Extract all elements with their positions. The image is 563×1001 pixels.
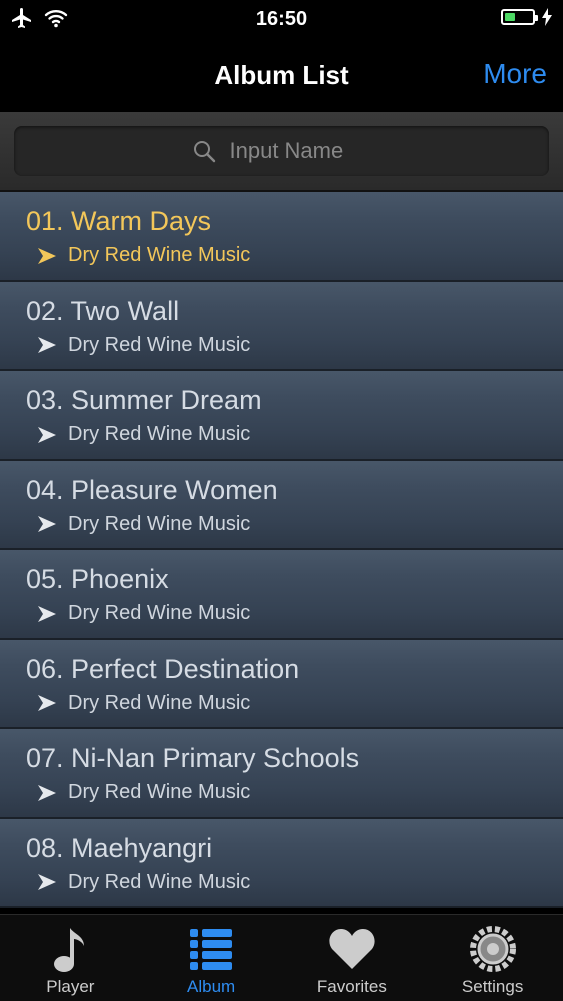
album-artist: Dry Red Wine Music — [68, 512, 251, 535]
album-artist-line: Dry Red Wine Music — [38, 602, 250, 625]
album-title: 07. Ni-Nan Primary Schools — [26, 743, 360, 773]
album-artist-line: Dry Red Wine Music — [38, 871, 250, 894]
search-area — [0, 112, 563, 192]
music-note-icon — [50, 921, 90, 977]
album-artist-line: Dry Red Wine Music — [38, 692, 250, 715]
album-artist-line: Dry Red Wine Music — [38, 423, 250, 446]
album-artist-line: Dry Red Wine Music — [38, 781, 250, 804]
play-arrow-icon — [38, 874, 56, 890]
album-artist-line: Dry Red Wine Music — [38, 334, 250, 357]
tab-label: Favorites — [316, 977, 387, 996]
album-artist: Dry Red Wine Music — [68, 244, 251, 266]
album-title: 08. Maehyangri — [26, 832, 213, 863]
album-title: 06. Perfect Destination — [26, 653, 300, 684]
album-artist: Dry Red Wine Music — [68, 423, 251, 445]
album-artist: Dry Red Wine Music — [68, 602, 251, 624]
album-artist: Dry Red Wine Music — [68, 781, 251, 803]
album-artist: Dry Red Wine Music — [68, 691, 251, 714]
search-icon — [193, 141, 215, 163]
tab-label: Settings — [461, 977, 524, 996]
play-arrow-icon — [38, 516, 56, 532]
album-title: 01. Warm Days — [26, 206, 212, 236]
tab-settings[interactable]: Settings — [422, 915, 563, 1001]
play-arrow-icon — [38, 605, 56, 622]
navigation-bar: Album List More — [0, 40, 563, 113]
album-artist-line: Dry Red Wine Music — [38, 513, 250, 536]
list-icon — [188, 921, 234, 977]
album-row-3[interactable]: 03. Summer Dream Dry Red Wine Music — [0, 371, 563, 461]
album-row-5[interactable]: 05. Phoenix Dry Red Wine Music — [0, 550, 563, 640]
album-title: 04. Pleasure Women — [26, 474, 278, 505]
play-arrow-icon — [38, 426, 56, 443]
play-arrow-icon — [38, 337, 56, 353]
charging-icon — [542, 8, 552, 26]
tab-favorites[interactable]: Favorites — [282, 915, 423, 1001]
tab-bar: Player Album Favorites Settings — [0, 914, 563, 1001]
album-title: 05. Phoenix — [26, 564, 169, 594]
battery-icon — [501, 9, 538, 25]
album-artist-line: Dry Red Wine Music — [38, 244, 250, 267]
album-title: 03. Summer Dream — [26, 385, 262, 415]
album-artist: Dry Red Wine Music — [68, 870, 251, 893]
album-row-6[interactable]: 06. Perfect Destination Dry Red Wine Mus… — [0, 639, 563, 729]
status-right — [501, 8, 553, 26]
album-title: 02. Two Wall — [26, 295, 180, 326]
heart-icon — [328, 921, 376, 977]
tab-label: Album — [187, 977, 236, 996]
album-list: 01. Warm Days Dry Red Wine Music 02. Two… — [0, 192, 563, 914]
album-row-1[interactable]: 01. Warm Days Dry Red Wine Music — [0, 192, 563, 282]
album-row-4[interactable]: 04. Pleasure Women Dry Red Wine Music — [0, 460, 563, 550]
play-arrow-icon — [38, 695, 56, 711]
search-input[interactable] — [227, 137, 372, 165]
search-box[interactable] — [14, 126, 549, 176]
gear-icon — [469, 921, 517, 977]
album-row-7[interactable]: 07. Ni-Nan Primary Schools Dry Red Wine … — [0, 729, 563, 819]
album-row-2[interactable]: 02. Two Wall Dry Red Wine Music — [0, 281, 563, 371]
tab-label: Player — [46, 977, 95, 996]
more-button[interactable]: More — [483, 58, 547, 90]
page-title: Album List — [214, 60, 349, 90]
album-row-8[interactable]: 08. Maehyangri Dry Red Wine Music — [0, 818, 563, 908]
play-arrow-icon — [38, 247, 56, 264]
tab-player[interactable]: Player — [0, 915, 141, 1001]
status-time: 16:50 — [255, 8, 308, 30]
play-arrow-icon — [38, 784, 56, 801]
status-bar: 16:50 — [0, 0, 563, 40]
tab-album[interactable]: Album — [141, 915, 282, 1001]
album-artist: Dry Red Wine Music — [68, 333, 251, 356]
